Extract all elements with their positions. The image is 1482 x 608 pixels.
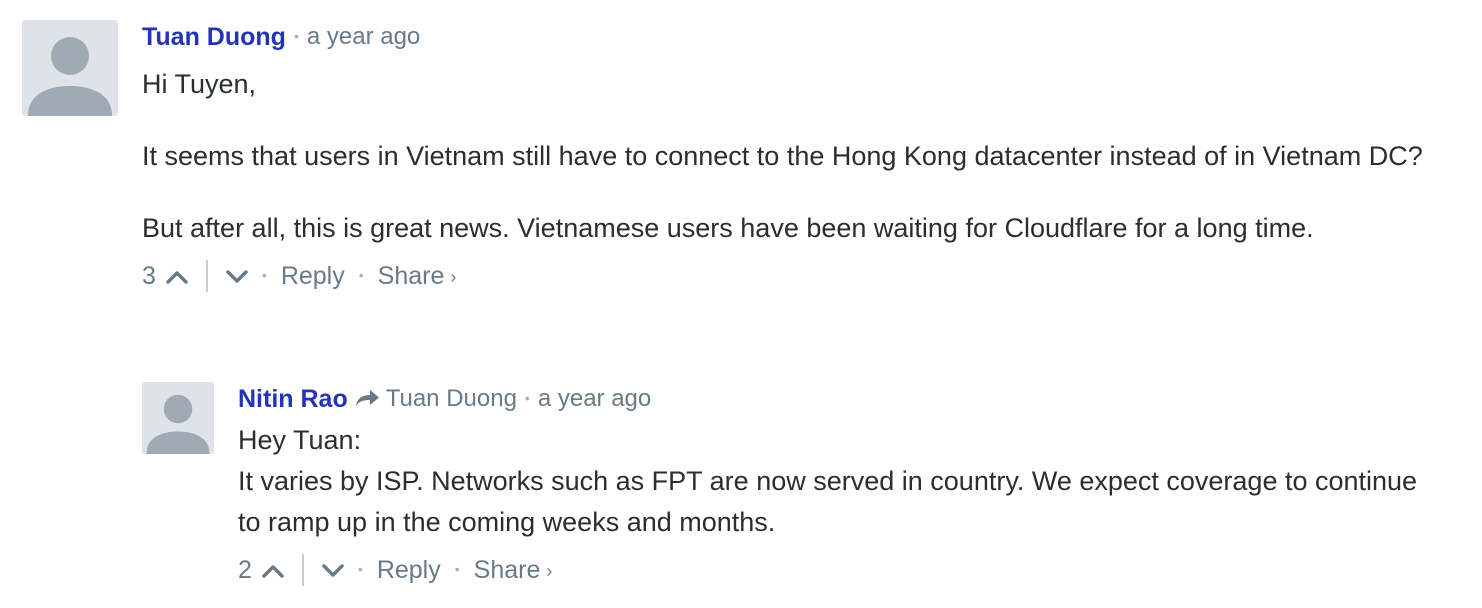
- chevron-down-icon: [226, 269, 248, 283]
- separator-dot: •: [357, 561, 363, 577]
- chevron-up-icon: [166, 270, 188, 284]
- downvote-button[interactable]: [322, 556, 344, 585]
- upvote-button[interactable]: [262, 556, 284, 585]
- author-name[interactable]: Tuan Duong: [142, 23, 286, 52]
- comment-footer: 3 • Reply • Share ›: [142, 256, 1462, 296]
- reply-comment: Nitin Rao Tuan Duong • a year ago Hey Tu…: [238, 382, 1462, 590]
- upvote-count: 2: [238, 555, 252, 584]
- share-label: Share: [377, 261, 445, 290]
- comment-message: Hi Tuyen, It seems that users in Vietnam…: [142, 64, 1462, 249]
- separator-dot: •: [358, 267, 364, 283]
- reply-button[interactable]: Reply: [281, 262, 345, 291]
- vote-divider: [301, 554, 304, 586]
- separator-dot: •: [293, 28, 299, 44]
- vote-divider: [205, 260, 208, 292]
- comment-message: Hey Tuan: It varies by ISP. Networks suc…: [238, 420, 1462, 543]
- chevron-down-icon: [322, 563, 344, 577]
- default-avatar-icon: [22, 20, 118, 116]
- upvote-count: 3: [142, 261, 156, 290]
- upvote-button[interactable]: [166, 262, 188, 291]
- separator-dot: •: [454, 561, 460, 577]
- timestamp[interactable]: a year ago: [307, 23, 420, 51]
- message-paragraph: It varies by ISP. Networks such as FPT a…: [238, 466, 1418, 537]
- avatar[interactable]: [22, 20, 118, 116]
- comment: Tuan Duong • a year ago Hi Tuyen, It see…: [142, 20, 1462, 296]
- share-button[interactable]: Share ›: [378, 262, 457, 291]
- comment-header: Nitin Rao Tuan Duong • a year ago: [238, 382, 1462, 416]
- message-paragraph: It seems that users in Vietnam still hav…: [142, 141, 1423, 171]
- share-chevron-icon: ›: [450, 266, 457, 287]
- comment-header: Tuan Duong • a year ago: [142, 20, 1462, 54]
- separator-dot: •: [524, 390, 530, 406]
- downvote-button[interactable]: [226, 262, 248, 291]
- message-paragraph: Hi Tuyen,: [142, 69, 257, 99]
- author-name[interactable]: Nitin Rao: [238, 385, 348, 414]
- chevron-up-icon: [262, 564, 284, 578]
- message-paragraph: Hey Tuan:: [238, 425, 362, 455]
- comment-footer: 2 • Reply • Share ›: [238, 550, 1462, 590]
- avatar[interactable]: [142, 382, 214, 454]
- in-reply-to-author[interactable]: Tuan Duong: [386, 385, 517, 413]
- separator-dot: •: [261, 267, 267, 283]
- reply-arrow-icon: [354, 388, 380, 413]
- reply-button[interactable]: Reply: [377, 556, 441, 585]
- share-label: Share: [473, 555, 541, 584]
- share-chevron-icon: ›: [546, 560, 553, 581]
- default-avatar-icon: [142, 382, 214, 454]
- timestamp[interactable]: a year ago: [538, 385, 651, 413]
- message-paragraph: But after all, this is great news. Vietn…: [142, 213, 1314, 243]
- share-button[interactable]: Share ›: [474, 556, 553, 585]
